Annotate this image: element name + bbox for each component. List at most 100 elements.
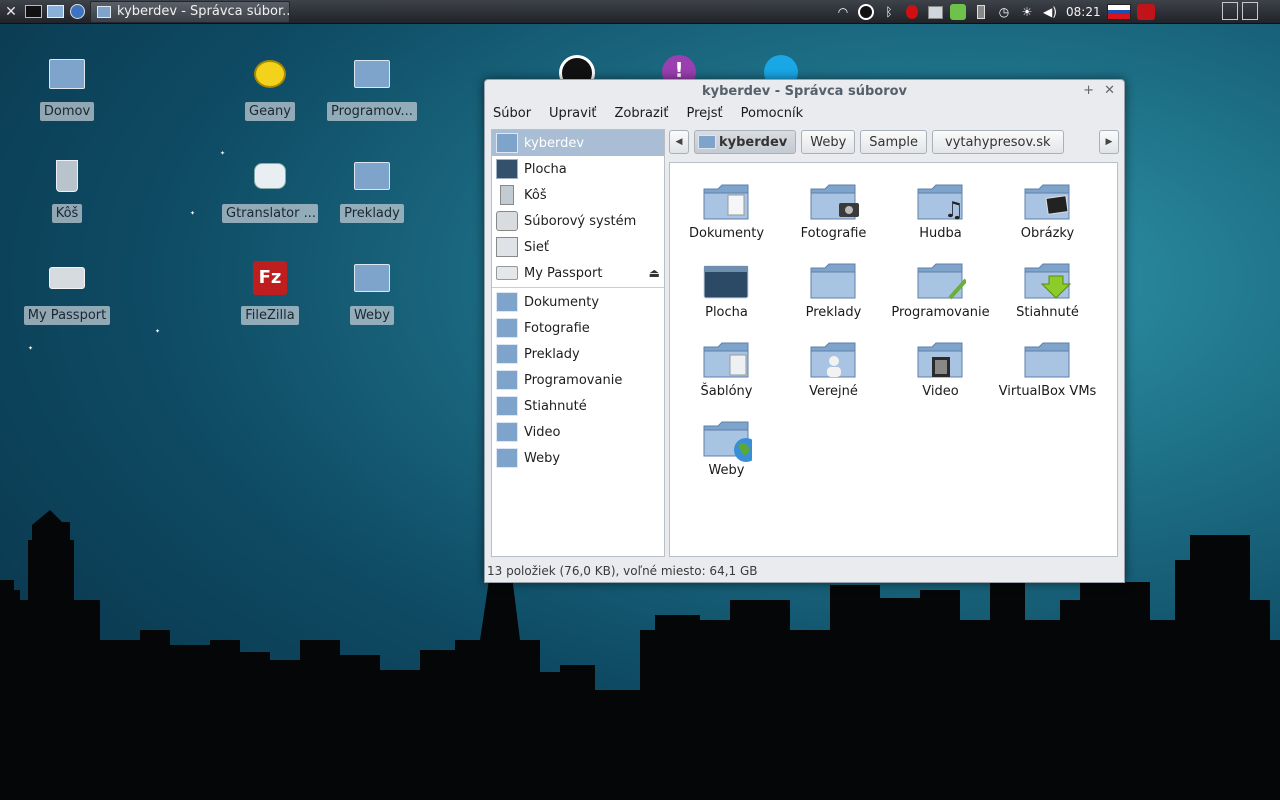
file-item[interactable]: Dokumenty — [673, 177, 780, 241]
opera-icon[interactable] — [1136, 3, 1155, 21]
desktop-icon-geany[interactable]: Geany — [222, 52, 318, 121]
path-forward-button[interactable]: ▶ — [1099, 130, 1119, 154]
sidebar-item-programovanie[interactable]: Programovanie — [492, 367, 664, 393]
brightness-icon[interactable]: ☀ — [1018, 3, 1036, 21]
sidebar-item-kos[interactable]: Kôš — [492, 182, 664, 208]
menu-bar: Súbor Upraviť Zobraziť Prejsť Pomocník — [485, 102, 1124, 124]
picture-folder-icon — [1024, 184, 1069, 220]
globe-folder-icon — [703, 421, 752, 462]
desktop-icon-gtranslator[interactable]: Gtranslator ... — [222, 154, 318, 223]
file-item[interactable]: Weby — [673, 414, 780, 478]
window-titlebar[interactable]: kyberdev - Správca súborov + ✕ — [485, 80, 1124, 102]
pictures-folder-icon — [496, 318, 518, 338]
file-item-label: Stiahnuté — [1016, 305, 1079, 320]
home-icon — [698, 135, 716, 149]
menu-zobrazit[interactable]: Zobraziť — [615, 106, 669, 121]
file-item[interactable]: Programovanie — [887, 256, 994, 320]
sidebar-item-label: Dokumenty — [524, 294, 600, 310]
file-item[interactable]: VirtualBox VMs — [994, 335, 1101, 399]
sidebar-item-label: kyberdev — [524, 135, 585, 151]
file-item[interactable]: Obrázky — [994, 177, 1101, 241]
folder-link-icon — [350, 52, 394, 96]
file-item[interactable]: Video — [887, 335, 994, 399]
sidebar-item-stiahnute[interactable]: Stiahnuté — [492, 393, 664, 419]
clock[interactable]: 08:21 — [1066, 5, 1101, 19]
file-icon-view[interactable]: Dokumenty Fotografie ♫ Hudba Obrázky Plocha Pr… — [669, 162, 1118, 557]
video-folder-icon — [496, 422, 518, 442]
sidebar-item-label: Kôš — [524, 187, 547, 203]
folder-icon — [496, 344, 518, 364]
xfce-menu-icon[interactable]: ✕ — [0, 1, 22, 23]
file-item[interactable]: Preklady — [780, 256, 887, 320]
template-folder-icon — [703, 342, 748, 378]
file-item[interactable]: Verejné — [780, 335, 887, 399]
terminal-icon[interactable] — [22, 1, 44, 23]
path-back-button[interactable]: ◀ — [669, 130, 689, 154]
desktop-icon-preklady[interactable]: Preklady — [324, 154, 420, 223]
amazon-tray-icon[interactable] — [857, 3, 875, 21]
wifi-icon[interactable]: ◠ — [834, 3, 852, 21]
sidebar-item-fotografie[interactable]: Fotografie — [492, 315, 664, 341]
sidebar-item-plocha[interactable]: Plocha — [492, 156, 664, 182]
clock-app-icon[interactable]: ◷ — [995, 3, 1013, 21]
documents-folder-icon — [496, 292, 518, 312]
menu-subor[interactable]: Súbor — [493, 106, 531, 121]
menu-upravit[interactable]: Upraviť — [549, 106, 596, 121]
maximize-button[interactable]: + — [1083, 83, 1094, 98]
desktop-icon-label: Domov — [39, 102, 95, 121]
desktop-icon-my-passport[interactable]: My Passport — [19, 256, 115, 325]
sidebar-item-filesystem[interactable]: Súborový systém — [492, 208, 664, 234]
sidebar-item-siet[interactable]: Sieť — [492, 234, 664, 260]
file-item-label: Šablóny — [700, 384, 753, 399]
file-item-label: Weby — [708, 463, 745, 478]
file-item[interactable]: Šablóny — [673, 335, 780, 399]
menu-pomocnik[interactable]: Pomocník — [741, 106, 803, 121]
messenger-icon[interactable] — [926, 3, 944, 21]
desktop-icon-weby[interactable]: Weby — [324, 256, 420, 325]
stop-icon[interactable] — [903, 3, 921, 21]
file-item[interactable]: Stiahnuté — [994, 256, 1101, 320]
desktop-icon-label: Preklady — [340, 204, 404, 223]
desktop-icon-filezilla[interactable]: Fz FileZilla — [222, 256, 318, 325]
trash-icon — [500, 185, 514, 205]
web-browser-icon[interactable] — [66, 1, 88, 23]
path-crumb[interactable]: Weby — [801, 130, 856, 154]
path-crumb[interactable]: vytahypresov.sk — [932, 130, 1064, 154]
update-ok-icon[interactable] — [949, 3, 967, 21]
workspace-switcher[interactable] — [1218, 2, 1258, 20]
menu-prejst[interactable]: Prejsť — [687, 106, 723, 121]
file-item[interactable]: Plocha — [673, 256, 780, 320]
bluetooth-icon[interactable]: ᛒ — [880, 3, 898, 21]
downloads-folder-icon — [496, 396, 518, 416]
battery-icon[interactable] — [972, 3, 990, 21]
volume-icon[interactable]: ◀) — [1041, 3, 1059, 21]
sidebar-separator — [492, 287, 664, 288]
keyboard-layout-flag-icon[interactable] — [1106, 4, 1131, 20]
file-item-label: Dokumenty — [688, 226, 765, 241]
star-decoration: ✦ — [190, 210, 196, 217]
desktop-icon-label: Gtranslator ... — [222, 204, 318, 223]
sidebar-item-weby[interactable]: Weby — [492, 445, 664, 471]
top-panel: ✕ kyberdev - Správca súbor... ◠ ᛒ ◷ ☀ ◀)… — [0, 0, 1280, 24]
desktop-icon-programovanie[interactable]: Programov... — [324, 52, 420, 121]
desktop-icon-kos[interactable]: Kôš — [19, 154, 115, 223]
path-crumb-current[interactable]: kyberdev — [694, 130, 797, 154]
file-item[interactable]: ♫ Hudba — [887, 177, 994, 241]
workspace-2[interactable] — [1242, 2, 1258, 20]
desktop-icon-domov[interactable]: Domov — [19, 52, 115, 121]
sidebar-item-preklady[interactable]: Preklady — [492, 341, 664, 367]
sidebar-item-kyberdev[interactable]: kyberdev — [492, 130, 664, 156]
sidebar-item-video[interactable]: Video — [492, 419, 664, 445]
taskbar-window-button[interactable]: kyberdev - Správca súbor... — [90, 0, 290, 23]
sidebar-item-dokumenty[interactable]: Dokumenty — [492, 289, 664, 315]
close-button[interactable]: ✕ — [1104, 83, 1115, 98]
file-manager-icon[interactable] — [44, 1, 66, 23]
sidebar-item-my-passport[interactable]: My Passport ⏏ — [492, 260, 664, 286]
workspace-1[interactable] — [1222, 2, 1238, 20]
file-item-label: Verejné — [809, 384, 858, 399]
path-crumb[interactable]: Sample — [860, 130, 928, 154]
eject-icon[interactable]: ⏏ — [649, 266, 660, 280]
sidebar-item-label: Plocha — [524, 161, 567, 177]
home-folder-icon — [45, 52, 89, 96]
file-item[interactable]: Fotografie — [780, 177, 887, 241]
